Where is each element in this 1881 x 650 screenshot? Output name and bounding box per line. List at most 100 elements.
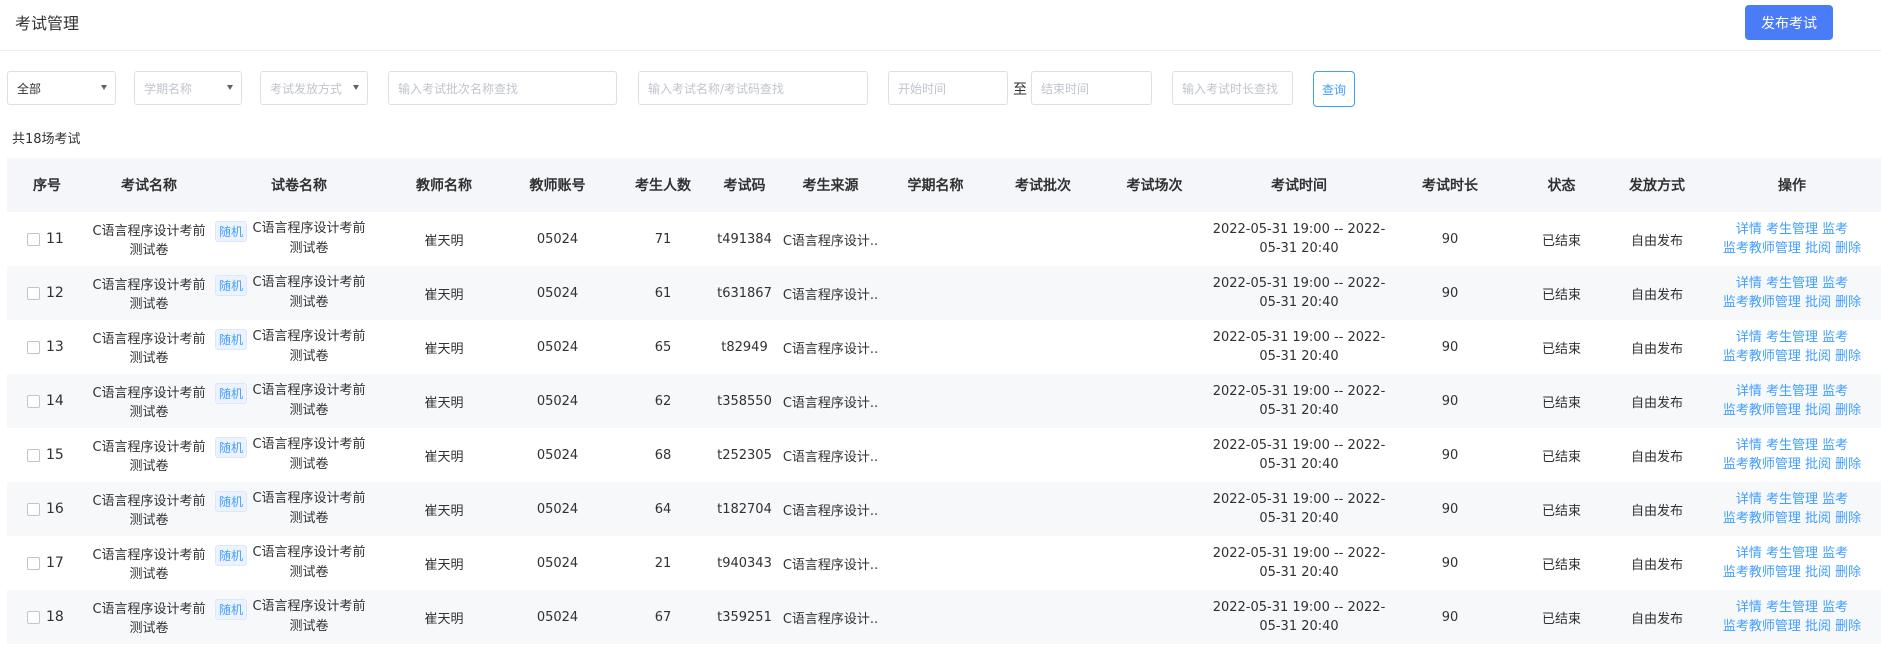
grade-link[interactable]: 批阅 [1805,349,1831,364]
query-button[interactable]: 查询 [1313,71,1355,107]
detail-link[interactable]: 详情 [1736,438,1762,453]
operations-cell: 详情 考生管理 监考 监考教师管理 批阅 删除 [1703,536,1881,590]
paper-name: C语言程序设计考前测试卷 [252,437,366,472]
proctor-teachers-link[interactable]: 监考教师管理 [1723,241,1801,256]
manage-students-link[interactable]: 考生管理 [1766,222,1818,237]
proctor-teachers-link[interactable]: 监考教师管理 [1723,295,1801,310]
proctor-link[interactable]: 监考 [1822,222,1848,237]
proctor-link[interactable]: 监考 [1822,384,1848,399]
proctor-teachers-link[interactable]: 监考教师管理 [1723,511,1801,526]
delete-link[interactable]: 删除 [1835,295,1861,310]
proctor-link[interactable]: 监考 [1822,600,1848,615]
manage-students-link[interactable]: 考生管理 [1766,276,1818,291]
manage-students-link[interactable]: 考生管理 [1766,384,1818,399]
batch-search-input[interactable]: 输入考试批次名称查找 [388,71,617,105]
detail-link[interactable]: 详情 [1736,222,1762,237]
row-checkbox[interactable] [27,340,40,354]
grade-link[interactable]: 批阅 [1805,403,1831,418]
exam-name-cell: C语言程序设计考前测试卷 [92,278,206,312]
delete-link[interactable]: 删除 [1835,241,1861,256]
table-row: 13 C语言程序设计考前测试卷 随机 C语言程序设计考前测试卷 崔天明 0502… [7,320,1881,374]
delete-link[interactable]: 删除 [1835,457,1861,472]
date-range-separator: 至 [1013,82,1027,98]
detail-link[interactable]: 详情 [1736,492,1762,507]
exam-time: 2022-05-31 19:00 -- 2022-05-31 20:40 [1212,330,1386,364]
semester-cell [884,212,987,266]
grade-link[interactable]: 批阅 [1805,565,1831,580]
teacher-name-cell: 崔天明 [424,233,464,249]
manage-students-link[interactable]: 考生管理 [1766,438,1818,453]
grade-link[interactable]: 批阅 [1805,511,1831,526]
proctor-link[interactable]: 监考 [1822,330,1848,345]
duration-search-placeholder: 输入考试时长查找 [1182,81,1279,96]
student-source-cell: C语言程序设计.. [777,428,884,482]
proctor-teachers-link[interactable]: 监考教师管理 [1723,403,1801,418]
detail-link[interactable]: 详情 [1736,384,1762,399]
student-source: C语言程序设计.. [782,503,879,519]
delete-link[interactable]: 删除 [1835,349,1861,364]
detail-link[interactable]: 详情 [1736,600,1762,615]
row-checkbox[interactable] [27,232,40,246]
exam-name-cell: C语言程序设计考前测试卷 [92,548,206,582]
teacher-name-cell: 崔天明 [424,341,464,357]
teacher-name-cell: 崔天明 [424,557,464,573]
paper-name-cell: 随机 C语言程序设计考前测试卷 [211,482,387,536]
row-checkbox[interactable] [27,394,40,408]
exam-code-cell: t359251 [717,609,772,625]
proctor-link[interactable]: 监考 [1822,438,1848,453]
row-checkbox[interactable] [27,502,40,516]
batch-cell [987,212,1099,266]
student-count-cell: 68 [654,447,672,463]
delete-link[interactable]: 删除 [1835,619,1861,634]
row-checkbox[interactable] [27,286,40,300]
row-checkbox[interactable] [27,448,40,462]
proctor-link[interactable]: 监考 [1822,546,1848,561]
session-cell [1099,428,1210,482]
proctor-teachers-link[interactable]: 监考教师管理 [1723,565,1801,580]
column-header: 试卷名称 [271,178,327,194]
manage-students-link[interactable]: 考生管理 [1766,600,1818,615]
semester-cell [884,374,987,428]
seq-number: 11 [46,231,64,247]
detail-link[interactable]: 详情 [1736,330,1762,345]
manage-students-link[interactable]: 考生管理 [1766,330,1818,345]
start-time-placeholder: 开始时间 [898,81,947,96]
detail-link[interactable]: 详情 [1736,276,1762,291]
grade-link[interactable]: 批阅 [1805,241,1831,256]
seq-number: 15 [46,447,64,463]
issue-method-select[interactable]: 考试发放方式 [260,71,368,105]
semester-select[interactable]: 学期名称 [134,71,242,105]
proctor-link[interactable]: 监考 [1822,492,1848,507]
grade-link[interactable]: 批阅 [1805,457,1831,472]
proctor-teachers-link[interactable]: 监考教师管理 [1723,457,1801,472]
grade-link[interactable]: 批阅 [1805,619,1831,634]
row-checkbox[interactable] [27,556,40,570]
start-time-input[interactable]: 开始时间 [888,71,1008,105]
grade-link[interactable]: 批阅 [1805,295,1831,310]
detail-link[interactable]: 详情 [1736,546,1762,561]
manage-students-link[interactable]: 考生管理 [1766,492,1818,507]
publish-exam-button[interactable]: 发布考试 [1745,5,1833,40]
all-select[interactable]: 全部 [7,71,116,105]
column-header: 考试码 [723,178,766,194]
end-time-input[interactable]: 结束时间 [1031,71,1152,105]
delete-link[interactable]: 删除 [1835,511,1861,526]
proctor-teachers-link[interactable]: 监考教师管理 [1723,349,1801,364]
issue-method-cell: 自由发布 [1630,341,1683,357]
teacher-account-cell: 05024 [536,501,579,517]
exam-name-cell: C语言程序设计考前测试卷 [92,440,206,474]
seq-cell: 13 [7,320,87,374]
row-checkbox[interactable] [27,610,40,624]
end-time-placeholder: 结束时间 [1041,81,1090,96]
column-header: 教师账号 [529,178,586,194]
delete-link[interactable]: 删除 [1835,565,1861,580]
delete-link[interactable]: 删除 [1835,403,1861,418]
name-code-search-input[interactable]: 输入考试名称/考试码查找 [638,71,868,105]
student-count-cell: 62 [654,393,672,409]
proctor-teachers-link[interactable]: 监考教师管理 [1723,619,1801,634]
manage-students-link[interactable]: 考生管理 [1766,546,1818,561]
exam-name-cell: C语言程序设计考前测试卷 [92,602,206,636]
proctor-link[interactable]: 监考 [1822,276,1848,291]
duration-search-input[interactable]: 输入考试时长查找 [1172,71,1293,105]
column-header: 考生来源 [802,178,859,194]
